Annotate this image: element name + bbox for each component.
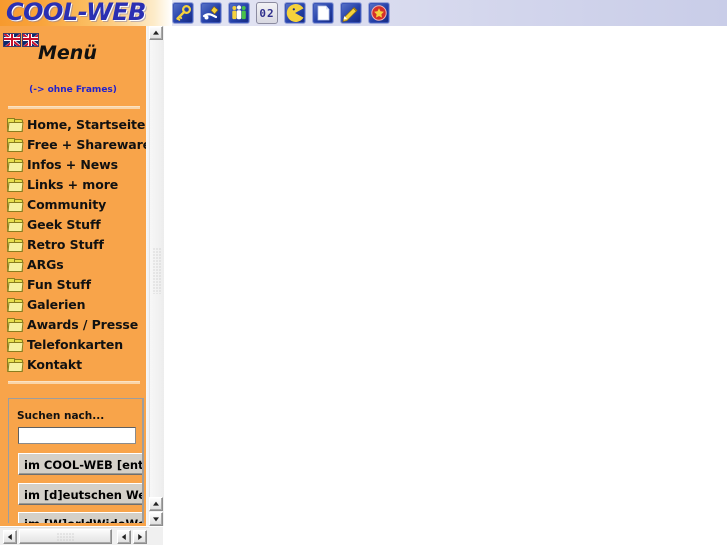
- chevron-left-icon: [7, 534, 12, 540]
- people-icon[interactable]: [228, 2, 250, 24]
- folder-icon: [7, 157, 24, 172]
- folder-icon: [7, 277, 24, 292]
- sidebar-vertical-scrollbar[interactable]: [149, 26, 164, 526]
- uk-flag-2: [21, 33, 39, 47]
- sidebar-item-infos-news[interactable]: Infos + News: [0, 154, 146, 174]
- search-german-web-button[interactable]: im [d]eutschen Web: [18, 483, 142, 505]
- folder-icon: [7, 197, 24, 212]
- folder-icon: [7, 297, 24, 312]
- hscrollbar-thumb[interactable]: [19, 529, 112, 544]
- sidebar-item-links-more[interactable]: Links + more: [0, 174, 146, 194]
- sidebar-item-kontakt[interactable]: Kontakt: [0, 354, 146, 374]
- sidebar-item-label: Community: [27, 196, 107, 212]
- sidebar-item-args[interactable]: ARGs: [0, 254, 146, 274]
- uk-flag-1: [3, 33, 21, 47]
- folder-icon: [7, 257, 24, 272]
- sidebar-item-free-shareware[interactable]: Free + Shareware: [0, 134, 146, 154]
- edit-icon[interactable]: [340, 2, 362, 24]
- no-frames-link[interactable]: (-> ohne Frames): [0, 85, 146, 95]
- sidebar-item-label: Fun Stuff: [27, 276, 91, 292]
- sidebar-item-galerien[interactable]: Galerien: [0, 294, 146, 314]
- scroll-right-button[interactable]: [133, 530, 147, 544]
- vscrollbar-track[interactable]: [150, 40, 164, 498]
- folder-icon: [7, 357, 24, 372]
- sidebar-item-label: Kontakt: [27, 356, 82, 372]
- sidebar-item-label: Galerien: [27, 296, 86, 312]
- sidebar-item-fun-stuff[interactable]: Fun Stuff: [0, 274, 146, 294]
- sidebar-item-label: ARGs: [27, 256, 64, 272]
- menu-separator-bottom: [8, 381, 140, 384]
- search-panel: Suchen nach... im COOL-WEB [enter] im [d…: [8, 398, 144, 523]
- main-content-pane: [164, 26, 727, 545]
- scrollbar-corner: [149, 527, 163, 545]
- uk-flag-icon[interactable]: [3, 33, 39, 49]
- site-header: COOL-WEB 02: [0, 0, 727, 26]
- counter-icon[interactable]: 02: [256, 2, 278, 24]
- sidebar-item-label: Awards / Presse: [27, 316, 139, 332]
- page-icon[interactable]: [312, 2, 334, 24]
- folder-icon: [7, 137, 24, 152]
- scroll-down-button[interactable]: [149, 512, 163, 526]
- pacman-icon[interactable]: [284, 2, 306, 24]
- sidebar-item-community[interactable]: Community: [0, 194, 146, 214]
- folder-icon: [7, 217, 24, 232]
- sidebar-item-awards-presse[interactable]: Awards / Presse: [0, 314, 146, 334]
- sidebar-item-label: Telefonkarten: [27, 336, 123, 352]
- vscrollbar-grip: [153, 248, 161, 294]
- chevron-up-icon: [153, 501, 159, 506]
- search-input[interactable]: [18, 427, 136, 444]
- chevron-left-icon: [121, 534, 126, 540]
- toolbar-icon-bar: 02: [172, 2, 390, 24]
- sidebar-item-label: Geek Stuff: [27, 216, 101, 232]
- scroll-up-button-secondary[interactable]: [149, 497, 163, 511]
- site-logo[interactable]: COOL-WEB: [6, 0, 146, 25]
- folder-icon: [7, 177, 24, 192]
- hand-tool-icon[interactable]: [200, 2, 222, 24]
- sidebar-frame: Menü (-> ohne Frames) Home, Startseite F…: [0, 26, 146, 526]
- sidebar-item-retro-stuff[interactable]: Retro Stuff: [0, 234, 146, 254]
- sidebar-item-label: Retro Stuff: [27, 236, 104, 252]
- folder-icon: [7, 337, 24, 352]
- browser-page: COOL-WEB 02 Menü (-> ohne Frames) Home, …: [0, 0, 727, 545]
- sidebar-menu-pane: Menü (-> ohne Frames) Home, Startseite F…: [0, 26, 146, 523]
- sidebar-item-home[interactable]: Home, Startseite: [0, 114, 146, 134]
- hscrollbar-grip: [56, 533, 75, 541]
- sidebar-item-label: Infos + News: [27, 156, 118, 172]
- sidebar-nav-list: Home, Startseite Free + Shareware Infos …: [0, 114, 146, 374]
- sidebar-item-label: Free + Shareware: [27, 136, 146, 152]
- search-worldwideweb-button[interactable]: im [W]orldWideWeb: [18, 512, 142, 523]
- sidebar-title: Menü: [38, 42, 97, 64]
- counter-value: 02: [259, 6, 275, 20]
- folder-icon: [7, 317, 24, 332]
- key-icon[interactable]: [172, 2, 194, 24]
- star-badge-icon[interactable]: [368, 2, 390, 24]
- sidebar-item-telefonkarten[interactable]: Telefonkarten: [0, 334, 146, 354]
- search-coolweb-button[interactable]: im COOL-WEB [enter]: [18, 453, 142, 475]
- search-panel-label: Suchen nach...: [17, 410, 105, 422]
- folder-icon: [7, 237, 24, 252]
- chevron-up-icon: [153, 30, 159, 35]
- chevron-right-icon: [138, 534, 143, 540]
- scroll-left-button[interactable]: [3, 530, 17, 544]
- menu-separator-top: [8, 106, 140, 109]
- folder-icon: [7, 117, 24, 132]
- scroll-left-button-secondary[interactable]: [117, 530, 131, 544]
- sidebar-item-label: Links + more: [27, 176, 119, 192]
- scroll-up-button[interactable]: [149, 26, 163, 40]
- chevron-down-icon: [153, 517, 159, 522]
- sidebar-item-label: Home, Startseite: [27, 116, 146, 132]
- sidebar-item-geek-stuff[interactable]: Geek Stuff: [0, 214, 146, 234]
